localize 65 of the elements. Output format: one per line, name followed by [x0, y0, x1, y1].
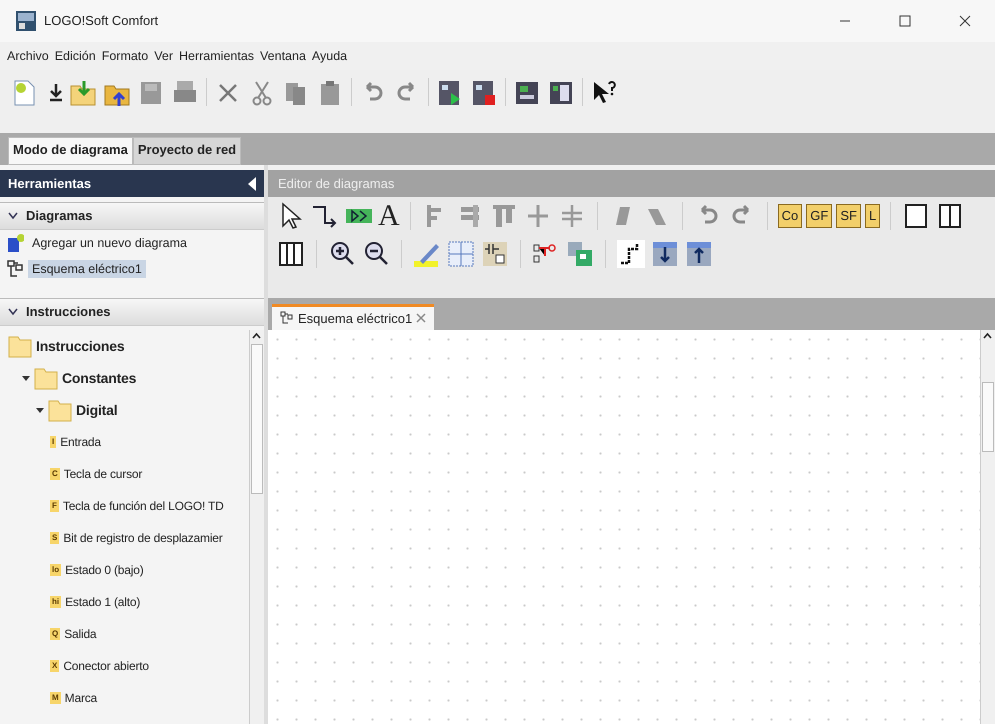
- tree-item[interactable]: Estado 1 (alto): [65, 593, 140, 611]
- circuit-diagram-icon: [6, 259, 24, 279]
- block-button[interactable]: L: [864, 204, 880, 228]
- item-badge: Q: [50, 628, 60, 640]
- chevron-down-icon[interactable]: [8, 308, 18, 316]
- add-diagram-icon: [6, 233, 24, 253]
- tree-item[interactable]: Constantes: [62, 368, 136, 388]
- item-badge: F: [50, 500, 59, 512]
- menu-item[interactable]: Ayuda: [308, 46, 350, 66]
- maximize-icon[interactable]: [899, 15, 911, 27]
- sidebar-item[interactable]: Esquema eléctrico1: [28, 260, 146, 278]
- tree-item[interactable]: Salida: [64, 625, 96, 643]
- expand-arrow-icon[interactable]: [36, 406, 44, 414]
- mode-tab[interactable]: Proyecto de red: [132, 137, 242, 165]
- menu-item[interactable]: Ventana: [257, 46, 309, 66]
- expand-arrow-icon[interactable]: [22, 374, 30, 382]
- mode-tab[interactable]: Modo de diagrama: [8, 137, 133, 165]
- folder-icon: [8, 334, 32, 358]
- panel-title: Herramientas: [8, 174, 92, 193]
- move-up-icon[interactable]: [684, 239, 714, 269]
- tree-item[interactable]: Tecla de cursor: [64, 465, 142, 483]
- menu-item[interactable]: Herramientas: [176, 46, 258, 66]
- block-button[interactable]: SF: [836, 204, 861, 228]
- scrollbar-thumb[interactable]: [982, 382, 994, 452]
- item-badge: S: [50, 532, 60, 544]
- item-badge: I: [50, 436, 56, 448]
- item-badge: lo: [50, 564, 62, 576]
- block-button[interactable]: GF: [806, 204, 832, 228]
- tree-item[interactable]: Conector abierto: [63, 657, 149, 675]
- folder-icon: [48, 398, 72, 422]
- section-title[interactable]: Instrucciones: [26, 302, 111, 322]
- collapse-icon[interactable]: [248, 176, 256, 190]
- document-tab[interactable]: Esquema eléctrico1: [272, 304, 434, 330]
- scrollbar-thumb[interactable]: [251, 344, 263, 494]
- menu-item[interactable]: Archivo: [4, 46, 52, 66]
- tree-item[interactable]: Marca: [64, 689, 98, 707]
- item-badge: C: [50, 468, 60, 480]
- menu-item[interactable]: Edición: [52, 46, 99, 66]
- close-icon[interactable]: [959, 15, 971, 27]
- app-logo-icon: [16, 11, 36, 31]
- numbered-grid-icon[interactable]: [446, 239, 476, 269]
- folder-icon: [34, 366, 58, 390]
- item-badge: X: [50, 660, 60, 672]
- contact-block-icon[interactable]: [480, 239, 510, 269]
- tree-item[interactable]: Instrucciones: [36, 336, 124, 356]
- step-icon[interactable]: [616, 239, 646, 269]
- item-badge: hi: [50, 596, 62, 608]
- sidebar-item[interactable]: Agregar un nuevo diagrama: [28, 234, 191, 252]
- block-button[interactable]: Co: [778, 204, 802, 228]
- text-tool[interactable]: A: [378, 201, 400, 231]
- menu-item[interactable]: Ver: [151, 46, 176, 66]
- tree-item[interactable]: Tecla de función del LOGO! TD: [62, 497, 224, 515]
- window-title: LOGO!Soft Comfort: [44, 12, 158, 30]
- editor-title: Editor de diagramas: [278, 174, 394, 193]
- circuit-diagram-icon: [280, 311, 294, 326]
- tree-item[interactable]: Digital: [76, 400, 118, 420]
- tree-item[interactable]: Entrada: [60, 433, 101, 451]
- tree-item[interactable]: Estado 0 (bajo): [65, 561, 144, 579]
- item-badge: M: [50, 692, 61, 704]
- menu-item[interactable]: Formato: [98, 46, 152, 66]
- chevron-down-icon[interactable]: [8, 212, 18, 220]
- move-down-icon[interactable]: [650, 239, 680, 269]
- three-column-icon[interactable]: [276, 239, 306, 269]
- tree-item[interactable]: Bit de registro de desplazamier: [63, 529, 223, 547]
- section-title[interactable]: Diagramas: [26, 206, 92, 226]
